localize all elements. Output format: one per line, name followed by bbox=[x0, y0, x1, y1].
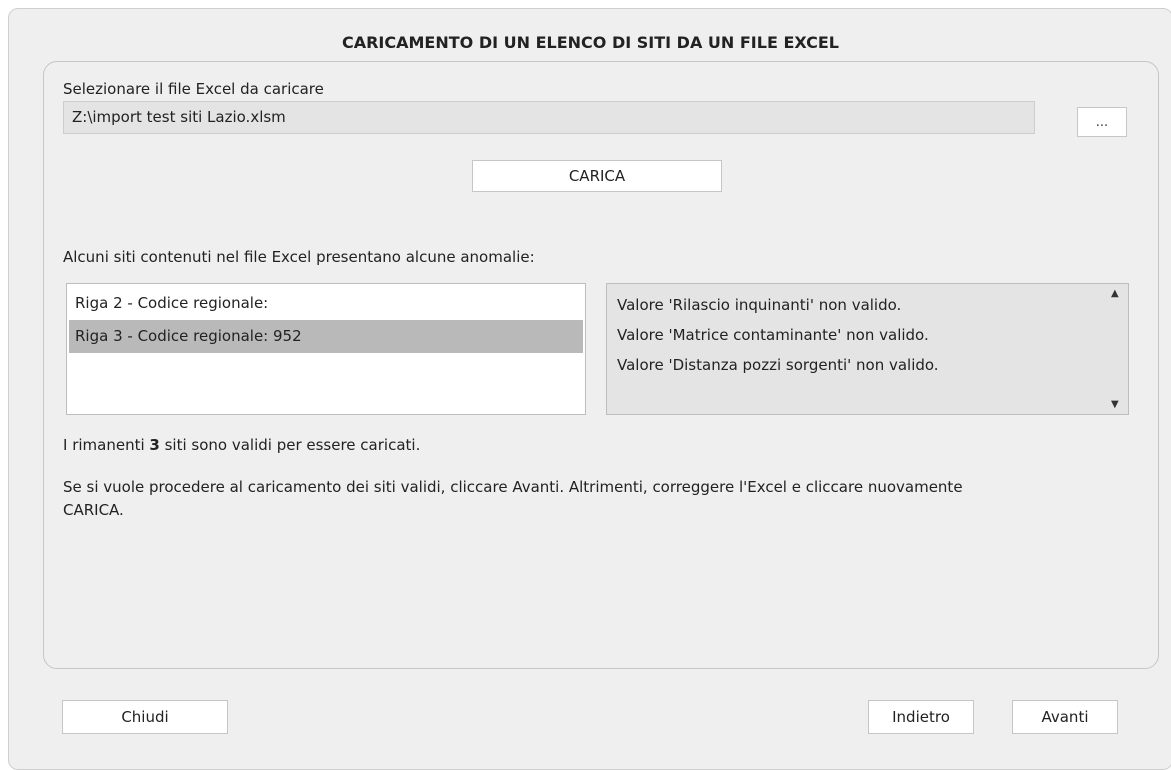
scroll-down-icon[interactable]: ▼ bbox=[1111, 399, 1119, 410]
back-button[interactable]: Indietro bbox=[868, 700, 974, 734]
scroll-up-icon[interactable]: ▲ bbox=[1111, 288, 1119, 299]
details-scrollbar[interactable]: ▲ ▼ bbox=[1106, 284, 1128, 414]
list-item[interactable]: Riga 2 - Codice regionale: bbox=[69, 287, 583, 320]
close-button[interactable]: Chiudi bbox=[62, 700, 228, 734]
anomaly-rows-list[interactable]: Riga 2 - Codice regionale: Riga 3 - Codi… bbox=[66, 283, 586, 415]
list-item-selected[interactable]: Riga 3 - Codice regionale: 952 bbox=[69, 320, 583, 353]
valid-sites-count: 3 bbox=[149, 436, 160, 454]
file-path-field[interactable]: Z:\import test siti Lazio.xlsm bbox=[63, 101, 1035, 134]
browse-button[interactable]: ... bbox=[1077, 107, 1127, 137]
anomalies-intro: Alcuni siti contenuti nel file Excel pre… bbox=[63, 248, 535, 266]
summary-prefix: I rimanenti bbox=[63, 436, 150, 454]
import-panel: Selezionare il file Excel da caricare Z:… bbox=[43, 61, 1159, 669]
load-button[interactable]: CARICA bbox=[472, 160, 722, 192]
next-button[interactable]: Avanti bbox=[1012, 700, 1118, 734]
anomaly-details-list[interactable]: Valore 'Rilascio inquinanti' non valido.… bbox=[606, 283, 1129, 415]
detail-item: Valore 'Matrice contaminante' non valido… bbox=[617, 326, 929, 344]
valid-sites-summary: I rimanenti 3 siti sono validi per esser… bbox=[63, 436, 420, 454]
file-select-label: Selezionare il file Excel da caricare bbox=[63, 80, 324, 98]
detail-item: Valore 'Rilascio inquinanti' non valido. bbox=[617, 296, 902, 314]
import-dialog: CARICAMENTO DI UN ELENCO DI SITI DA UN F… bbox=[8, 8, 1171, 770]
detail-item: Valore 'Distanza pozzi sorgenti' non val… bbox=[617, 356, 939, 374]
summary-suffix: siti sono validi per essere caricati. bbox=[159, 436, 421, 454]
instruction-line-1: Se si vuole procedere al caricamento dei… bbox=[63, 478, 963, 496]
dialog-title: CARICAMENTO DI UN ELENCO DI SITI DA UN F… bbox=[341, 33, 839, 52]
instruction-line-2: CARICA. bbox=[63, 501, 124, 519]
